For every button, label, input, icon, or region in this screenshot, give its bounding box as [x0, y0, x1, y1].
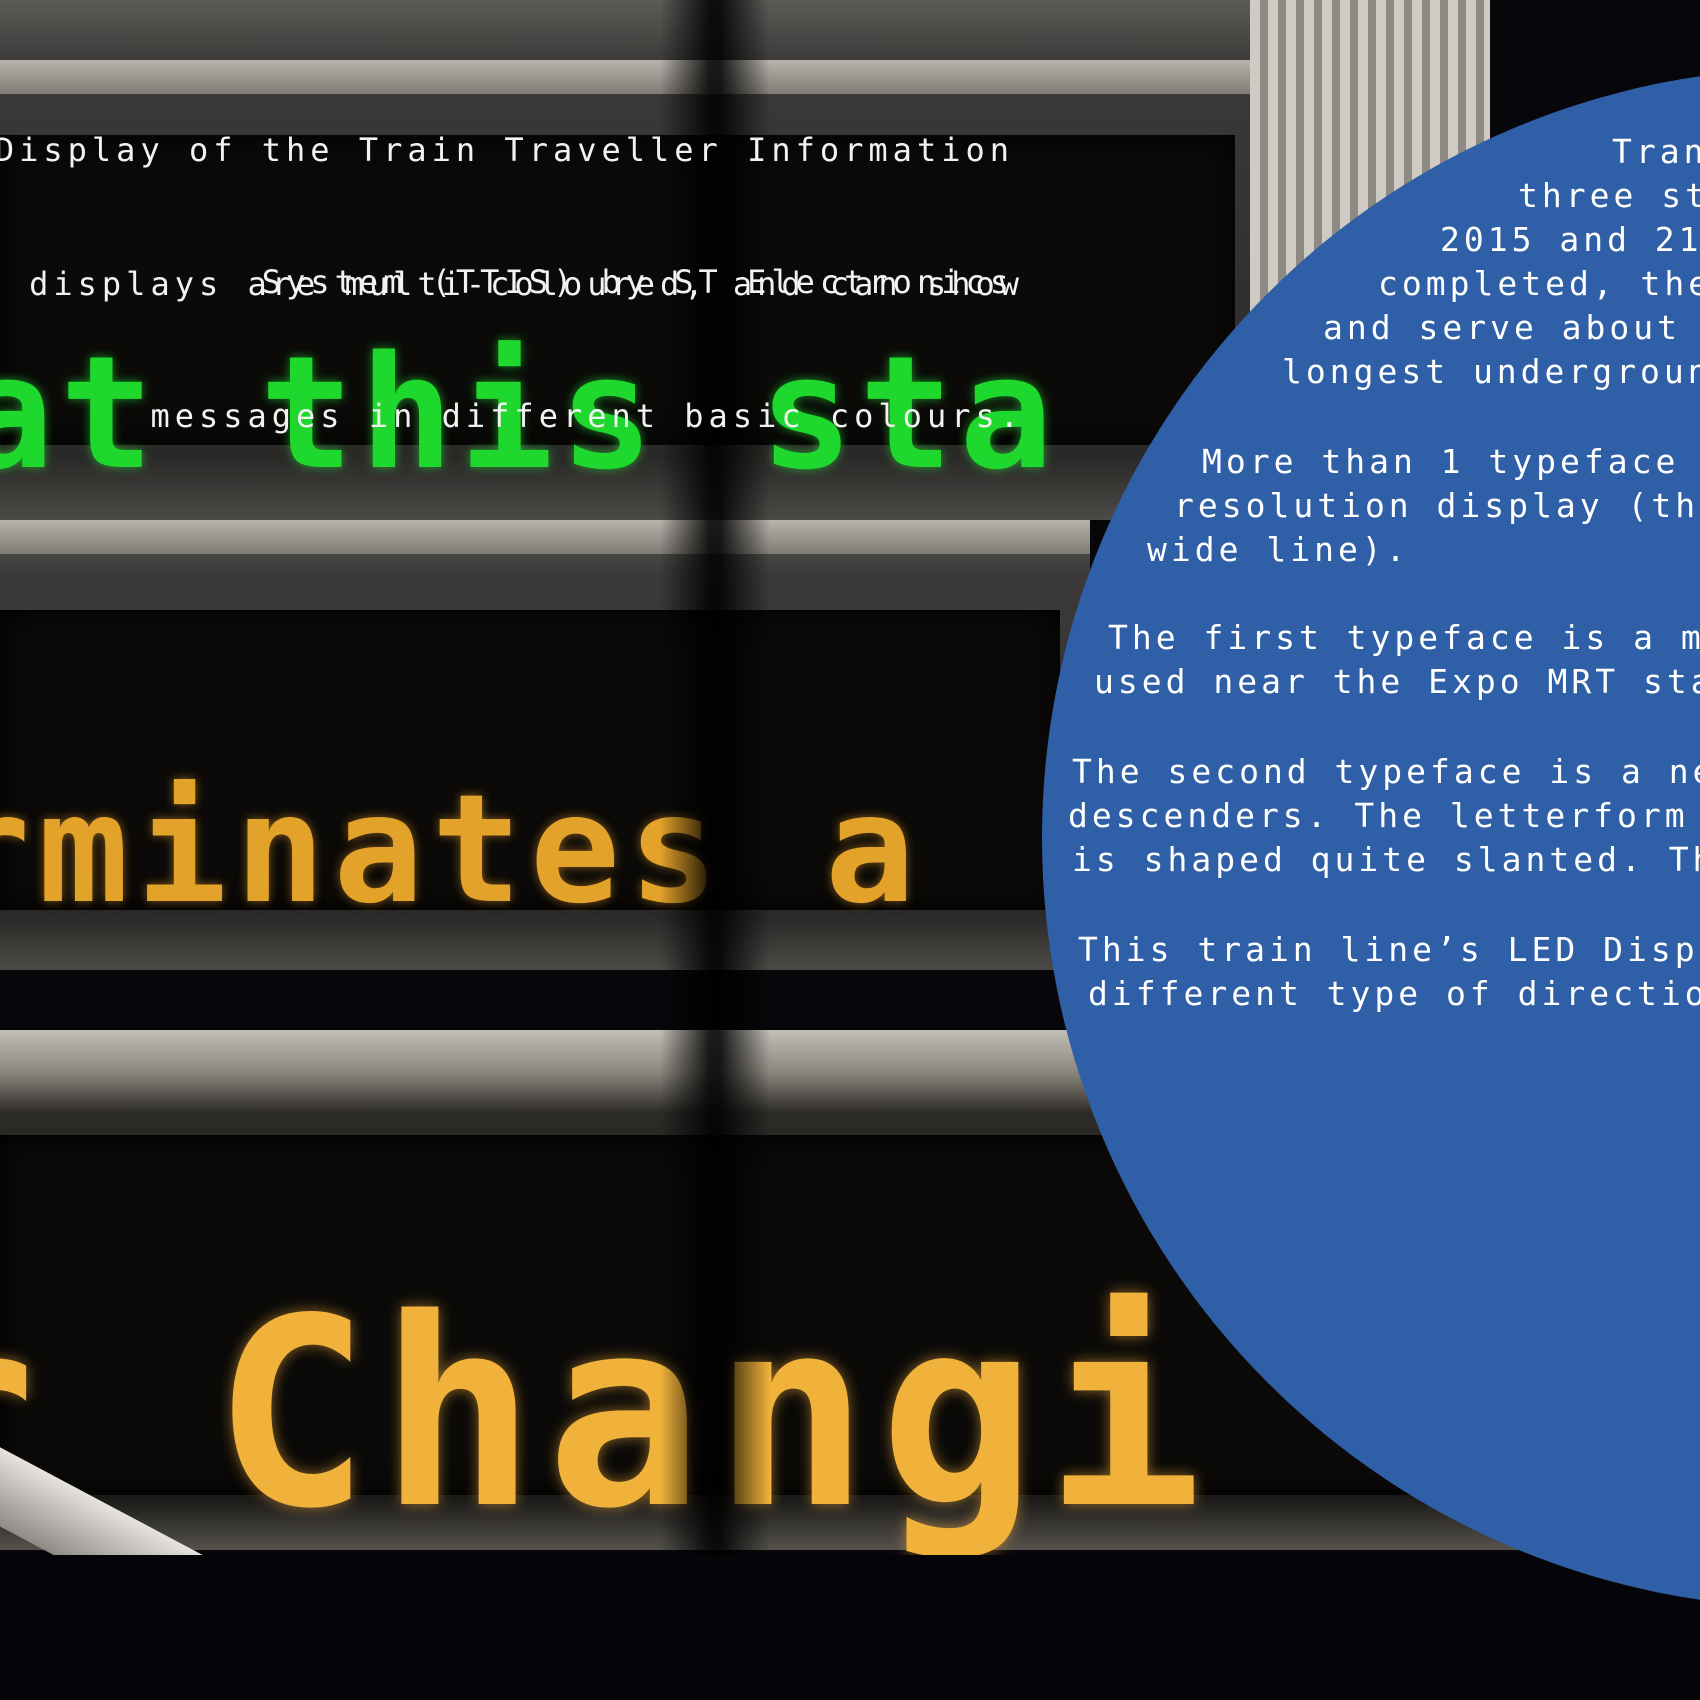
- circle-text-line: used near the Expo MRT stati: [1094, 662, 1700, 701]
- circle-text-line: resolution display (the: [1174, 486, 1700, 525]
- circle-text-line: wide line).: [1147, 530, 1410, 569]
- page-body-line: e LED displays are multi-coloured, and c…: [29, 265, 1024, 303]
- page-title-line: LED Display of the Train Traveller Infor…: [0, 131, 1014, 169]
- led-text-amber-middle: rminates a: [0, 763, 924, 937]
- circle-text-line: and serve about ha: [1323, 308, 1682, 347]
- bottom-band: [0, 1555, 1700, 1700]
- led-screen: rminates a: [0, 610, 1060, 925]
- circle-text-line: The second typeface is a neo-: [1072, 752, 1700, 791]
- circle-text-line: 2015 and 21: [1440, 220, 1700, 259]
- circle-text-line: This train line’s LED Display: [1078, 930, 1700, 969]
- circle-text-line: completed, the: [1378, 264, 1700, 303]
- circle-text-line: longest underground: [1282, 352, 1700, 391]
- circle-text-line: The first typeface is a monos: [1108, 618, 1700, 657]
- photo-spread: at this sta rminates a r Changi Th Tran …: [0, 0, 1700, 1700]
- circle-text-line: three sta: [1518, 176, 1700, 215]
- circle-text-line: different type of directiona: [1088, 974, 1700, 1013]
- circle-text-line: More than 1 typeface ar: [1202, 442, 1700, 481]
- circle-text-line: is shaped quite slanted. This: [1072, 840, 1700, 879]
- page-body: e LED displays are multi-coloured, and c…: [0, 174, 1024, 526]
- led-panel-amber-middle: rminates a: [0, 520, 1090, 970]
- page-body-line: messages in different basic colours.: [150, 397, 1024, 435]
- circle-text-line: descenders. The letterform of: [1068, 796, 1700, 835]
- circle-text-line: Tran: [1612, 132, 1700, 171]
